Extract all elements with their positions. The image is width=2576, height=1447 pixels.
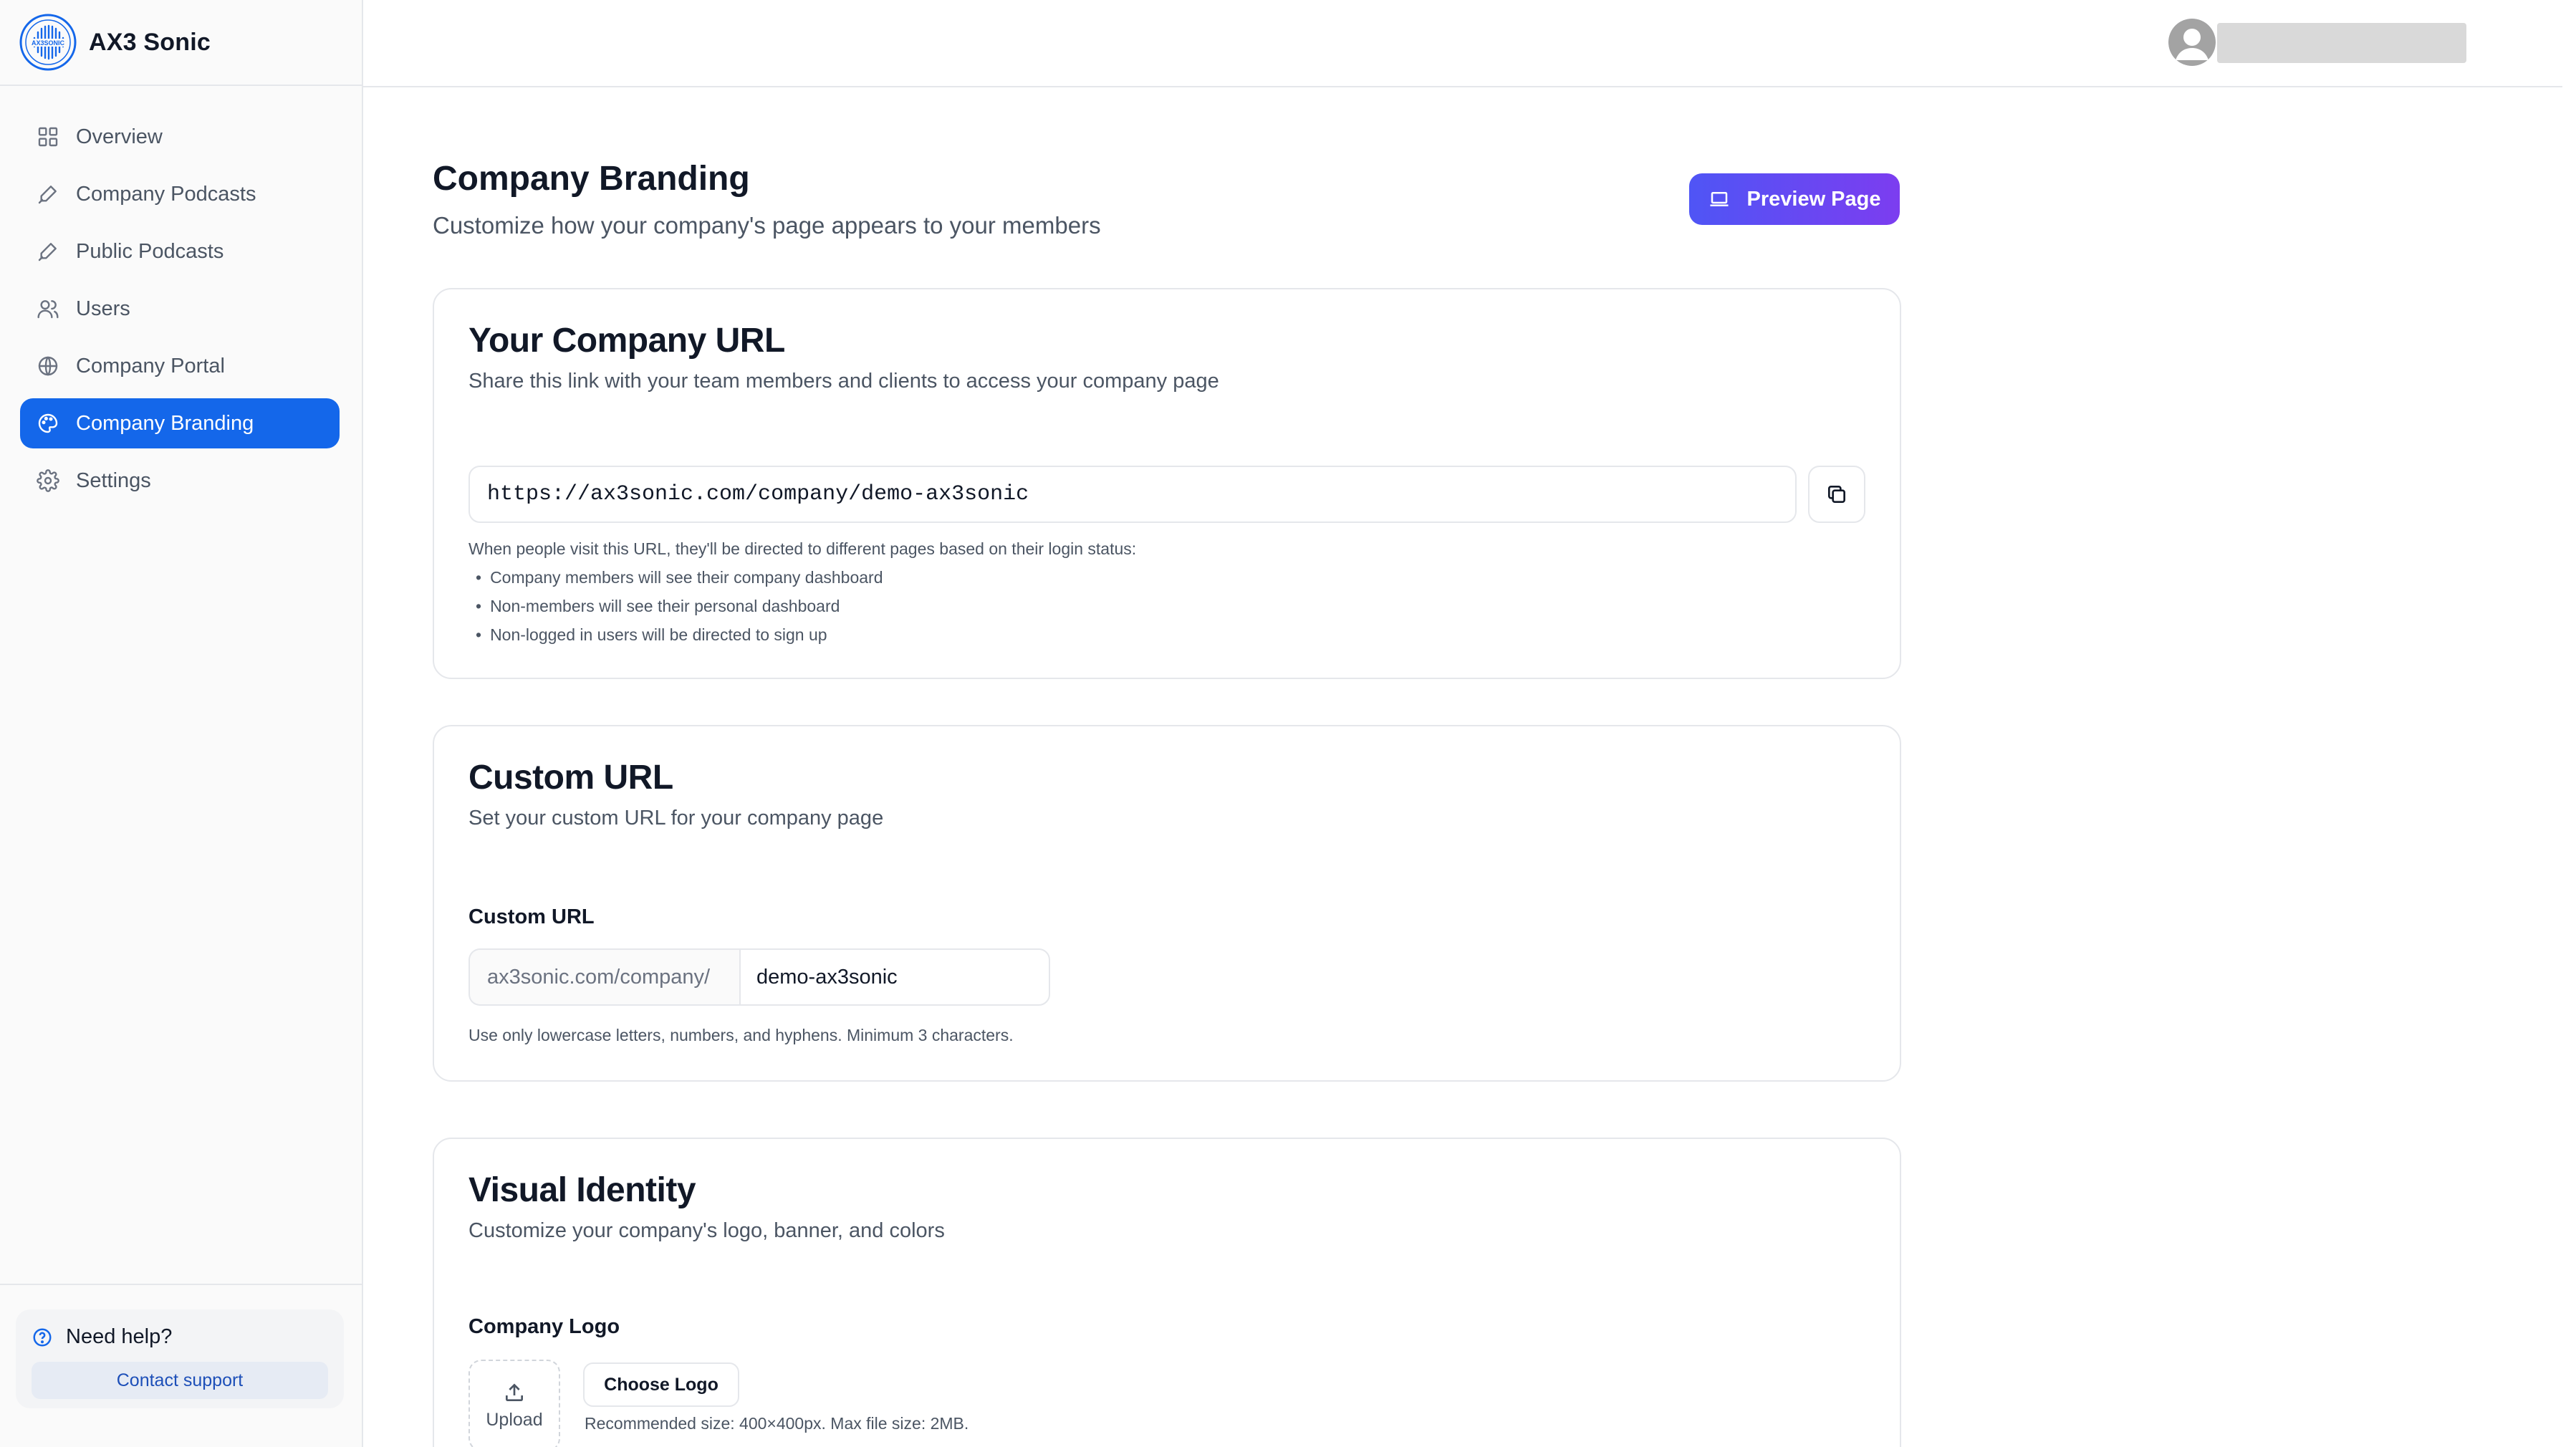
copy-icon [1828, 486, 1845, 503]
users-icon [36, 297, 60, 321]
gear-icon [36, 468, 60, 493]
sidebar-item-public-podcasts[interactable]: Public Podcasts [20, 226, 340, 277]
sidebar-item-company-portal[interactable]: Company Portal [20, 341, 340, 391]
sidebar-item-company-podcasts[interactable]: Company Podcasts [20, 169, 340, 219]
list-item: Non-members will see their personal dash… [476, 592, 1136, 620]
brand-logo-icon: AX3SONIC [19, 14, 77, 71]
copy-url-button[interactable] [1808, 466, 1865, 523]
sidebar-item-label: Company Podcasts [76, 182, 256, 206]
visual-identity-card: Visual Identity Customize your company's… [433, 1138, 1901, 1447]
choose-logo-button[interactable]: Choose Logo [583, 1362, 739, 1407]
sidebar-item-overview[interactable]: Overview [20, 112, 340, 162]
custom-url-input[interactable]: demo-ax3sonic [739, 948, 1050, 1006]
help-box: Need help? Contact support [16, 1309, 344, 1408]
sidebar: AX3SONIC AX3 Sonic Overview Company Podc… [0, 0, 363, 1447]
card-title: Custom URL [468, 759, 673, 797]
upload-icon [506, 1383, 523, 1401]
card-title: Your Company URL [468, 322, 785, 360]
company-url-field[interactable]: https://ax3sonic.com/company/demo-ax3son… [468, 466, 1797, 523]
preview-page-button[interactable]: Preview Page [1689, 173, 1900, 225]
pen-icon [36, 239, 60, 264]
help-circle-icon [33, 1328, 52, 1346]
app-name: AX3 Sonic [89, 28, 211, 56]
globe-icon [36, 354, 60, 378]
custom-url-group: ax3sonic.com/company/ demo-ax3sonic [468, 948, 1050, 1006]
sidebar-item-label: Company Branding [76, 411, 254, 435]
sidebar-item-settings[interactable]: Settings [20, 456, 340, 506]
laptop-icon [1710, 192, 1728, 206]
sidebar-item-label: Company Portal [76, 354, 225, 378]
pen-icon [36, 182, 60, 206]
logo-upload-dropzone[interactable]: Upload [468, 1360, 560, 1447]
custom-url-card: Custom URL Set your custom URL for your … [433, 725, 1901, 1082]
help-divider [0, 1284, 362, 1285]
company-logo-label: Company Logo [468, 1315, 620, 1338]
custom-url-prefix: ax3sonic.com/company/ [468, 948, 739, 1006]
url-info-list: Company members will see their company d… [468, 563, 1136, 649]
grid-icon [36, 125, 60, 149]
sidebar-item-label: Overview [76, 125, 163, 148]
help-title: Need help? [32, 1325, 328, 1349]
card-description: Share this link with your team members a… [468, 370, 1219, 393]
upload-label: Upload [486, 1409, 543, 1430]
list-item: Company members will see their company d… [476, 563, 1136, 592]
list-item: Non-logged in users will be directed to … [476, 620, 1136, 649]
help-title-text: Need help? [66, 1325, 173, 1348]
sidebar-item-users[interactable]: Users [20, 284, 340, 334]
sidebar-nav: Overview Company Podcasts Public Podcast… [20, 112, 340, 513]
contact-support-button[interactable]: Contact support [32, 1362, 328, 1399]
sidebar-item-label: Users [76, 297, 130, 320]
brand[interactable]: AX3SONIC AX3 Sonic [0, 0, 362, 86]
custom-url-label: Custom URL [468, 905, 595, 928]
url-info: When people visit this URL, they'll be d… [468, 534, 1136, 649]
logo-hint: Recommended size: 400×400px. Max file si… [585, 1414, 969, 1433]
company-url-card: Your Company URL Share this link with yo… [433, 288, 1901, 679]
card-title: Visual Identity [468, 1171, 696, 1209]
brand-logo-text: AX3SONIC [32, 39, 65, 47]
sidebar-item-label: Settings [76, 468, 151, 492]
url-info-text: When people visit this URL, they'll be d… [468, 539, 1137, 558]
palette-icon [36, 411, 60, 436]
preview-page-label: Preview Page [1746, 187, 1881, 211]
avatar[interactable] [2168, 19, 2216, 66]
page-subtitle: Customize how your company's page appear… [433, 212, 1101, 239]
user-avatar-icon [2168, 19, 2216, 66]
custom-url-hint: Use only lowercase letters, numbers, and… [468, 1026, 1014, 1044]
card-description: Customize your company's logo, banner, a… [468, 1219, 945, 1242]
topbar [363, 0, 2562, 87]
card-description: Set your custom URL for your company pag… [468, 807, 884, 830]
page-title: Company Branding [433, 160, 750, 198]
user-name-placeholder[interactable] [2217, 23, 2466, 63]
sidebar-item-label: Public Podcasts [76, 239, 224, 263]
sidebar-item-company-branding[interactable]: Company Branding [20, 398, 340, 448]
